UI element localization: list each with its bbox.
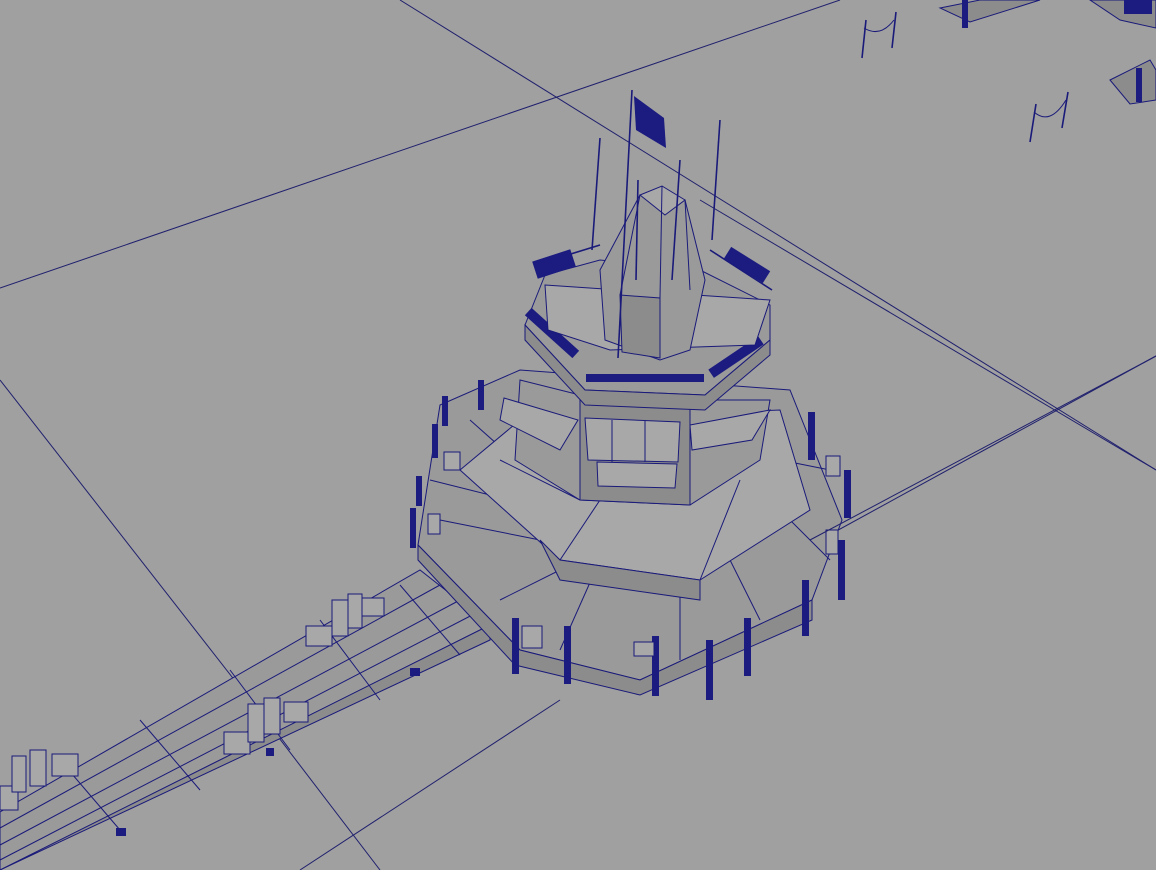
cabin-window xyxy=(584,417,681,463)
walkway-bridge[interactable] xyxy=(0,569,491,870)
3d-viewport[interactable] xyxy=(0,0,1156,870)
bench xyxy=(305,625,333,647)
distant-posts[interactable] xyxy=(861,0,1156,143)
wireframe-scene[interactable] xyxy=(0,0,1156,870)
flag xyxy=(634,96,666,148)
